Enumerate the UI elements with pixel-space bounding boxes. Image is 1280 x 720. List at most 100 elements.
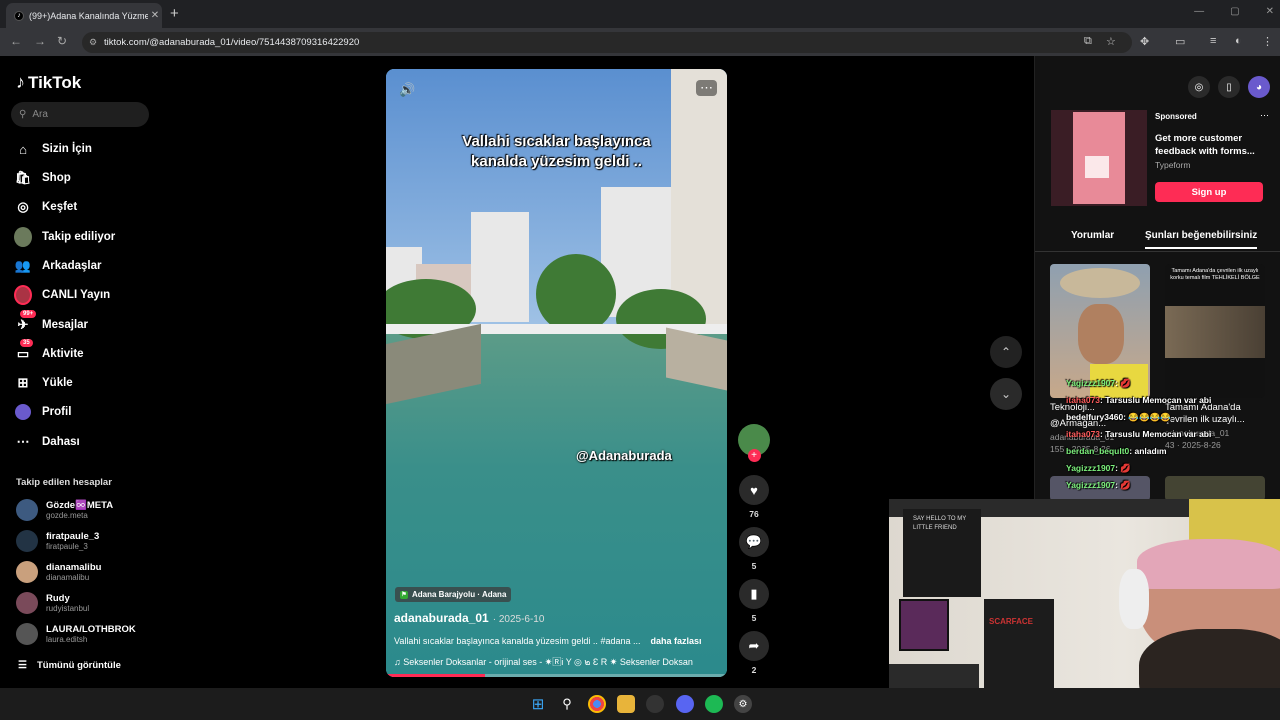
profile-avatar-icon[interactable]: ◐	[1235, 35, 1242, 47]
account-name: dianamalibu	[46, 562, 102, 573]
bookmark-icon: ▮	[739, 579, 769, 609]
location-pin-icon: ⚑	[400, 590, 408, 599]
followed-account[interactable]: Rudy rudyistanbul	[16, 592, 89, 614]
new-tab-button[interactable]: +	[170, 5, 179, 22]
site-info-icon[interactable]: ⚙	[89, 37, 97, 48]
address-bar-row: ← → ↻ ⚙ tiktok.com/@adanaburada_01/video…	[0, 28, 1280, 56]
tiktok-sidebar: ♪ TikTok ⚲ Ara ⌂ Sizin İçin 🛍 Shop ◎ Keş…	[0, 56, 200, 686]
volume-icon[interactable]: 🔊	[399, 82, 415, 98]
extensions-icon[interactable]: ✥	[1140, 35, 1149, 48]
creator-avatar-button[interactable]: +	[737, 424, 771, 462]
nav-messages[interactable]: ✈ 99+ Mesajlar	[14, 310, 89, 336]
ad-signup-button[interactable]: Sign up	[1155, 182, 1263, 202]
avatar	[16, 561, 38, 583]
sponsored-ad[interactable]: Sponsored ⋯ Get more customer feedback w…	[1051, 110, 1269, 206]
back-icon[interactable]: ←	[10, 34, 22, 48]
share-icon: ➦	[739, 631, 769, 661]
suggested-video-card[interactable]: Teknoloji... @Armağan... adanaburada_01 …	[1050, 264, 1150, 454]
settings-gear-icon[interactable]: ⚙	[734, 695, 752, 713]
windows-start-icon[interactable]: ⊞	[529, 695, 547, 713]
nav-for-you[interactable]: ⌂ Sizin İçin	[14, 138, 92, 160]
next-video-button[interactable]: ⌄	[990, 378, 1022, 410]
location-text: Adana Barajyolu · Adana	[412, 590, 507, 599]
discord-icon[interactable]	[676, 695, 694, 713]
explore-icon[interactable]: ◎	[1188, 76, 1210, 98]
ad-headline: Get more customer feedback with forms...	[1155, 133, 1255, 157]
device-icon[interactable]: ▯	[1218, 76, 1240, 98]
nav-label: Mesajlar	[42, 319, 89, 331]
search-placeholder: Ara	[32, 109, 48, 120]
video-more-icon[interactable]: ⋯	[696, 80, 717, 96]
video-watermark: @Adanaburada	[576, 448, 672, 463]
webcam-overlay: SAY HELLO TO MY LITTLE FRIEND SCARFACE	[889, 499, 1280, 720]
video-caption: Vallahi sıcaklar başlayınca	[462, 133, 651, 150]
tiktok-favicon-icon: ♪	[14, 10, 24, 21]
nav-activity[interactable]: ▭ 35 Aktivite	[14, 339, 84, 365]
nav-live[interactable]: CANLI Yayın	[14, 284, 110, 306]
taskbar: ⊞ ⚲ ⚙	[0, 688, 1280, 720]
search-input[interactable]: ⚲ Ara	[11, 102, 149, 127]
account-handle: dianamalibu	[46, 573, 90, 582]
nav-upload[interactable]: ⊞ Yükle	[14, 372, 73, 394]
nav-shop[interactable]: 🛍 Shop	[14, 167, 71, 189]
bookmark-star-icon[interactable]: ☆	[1106, 35, 1116, 48]
reading-list-icon[interactable]: ≡	[1210, 35, 1216, 47]
tab-comments[interactable]: Yorumlar	[1071, 230, 1114, 241]
nav-friends[interactable]: 👥 Arkadaşlar	[14, 255, 102, 277]
nav-explore[interactable]: ◎ Keşfet	[14, 196, 77, 218]
url-field[interactable]: ⚙ tiktok.com/@adanaburada_01/video/75144…	[82, 32, 1132, 53]
activity-badge: 35	[20, 339, 33, 347]
followed-account[interactable]: LAURA/LOTHBROK laura.editsh	[16, 623, 136, 645]
follow-plus-icon[interactable]: +	[747, 449, 761, 462]
video-tree	[536, 254, 616, 334]
video-player[interactable]: 🔊 ⋯ Vallahi sıcaklar başlayınca kanalda …	[386, 69, 727, 677]
maximize-icon[interactable]: ▢	[1230, 6, 1239, 17]
nav-more[interactable]: ⋯ Dahası	[14, 431, 80, 453]
suggested-video-card[interactable]: Tamamı Adana'da çevrilen ilk uzaylı kork…	[1165, 264, 1265, 450]
cast-icon[interactable]: ▭	[1175, 35, 1185, 48]
close-tab-icon[interactable]: ✕	[148, 10, 162, 21]
music-info[interactable]: ♫ Seksenler Doksanlar - orijinal ses - ✷…	[394, 655, 719, 669]
tiktok-logo[interactable]: ♪ TikTok	[16, 72, 81, 93]
video-author[interactable]: adanaburada_01 · 2025-6-10	[394, 611, 544, 625]
ad-image	[1051, 110, 1147, 206]
account-name: Gözde♾️META	[46, 500, 114, 511]
more-icon: ⋯	[16, 434, 30, 449]
video-description: Vallahi sıcaklar başlayınca kanalda yüze…	[394, 636, 719, 646]
minimize-icon[interactable]: —	[1194, 6, 1204, 17]
reload-icon[interactable]: ↻	[57, 34, 67, 48]
compass-icon: ◎	[17, 199, 29, 214]
previous-video-button[interactable]: ⌃	[990, 336, 1022, 368]
search-icon[interactable]: ⚲	[558, 695, 576, 713]
see-all-following[interactable]: ☰ Tümünü görüntüle	[18, 654, 121, 676]
followed-account[interactable]: firatpaule_3 firatpaule_3	[16, 530, 99, 552]
logo-text: TikTok	[28, 72, 82, 92]
video-progress-bar[interactable]	[386, 674, 727, 677]
nav-following[interactable]: Takip ediliyor	[14, 226, 115, 248]
like-button[interactable]: ♥ 76	[737, 475, 771, 519]
followed-account[interactable]: dianamalibu dianamalibu	[16, 561, 101, 583]
comment-button[interactable]: 💬 5	[737, 527, 771, 571]
more-link[interactable]: daha fazlası	[650, 636, 701, 646]
followed-account[interactable]: Gözde♾️META gozde.meta	[16, 499, 113, 521]
spotify-icon[interactable]	[705, 695, 723, 713]
user-avatar-icon[interactable]: ◕	[1248, 76, 1270, 98]
nav-profile[interactable]: Profil	[14, 401, 71, 423]
chrome-icon[interactable]	[588, 695, 606, 713]
obs-icon[interactable]	[646, 695, 664, 713]
url-text: tiktok.com/@adanaburada_01/video/7514438…	[104, 37, 360, 48]
ad-more-icon[interactable]: ⋯	[1260, 110, 1269, 121]
browser-menu-icon[interactable]: ⋮	[1262, 35, 1273, 48]
install-app-icon[interactable]: ⧉	[1084, 35, 1092, 48]
location-tag[interactable]: ⚑ Adana Barajyolu · Adana	[395, 587, 512, 602]
chat-message: Yagizzz1907: 💋	[1066, 480, 1131, 490]
save-button[interactable]: ▮ 5	[737, 579, 771, 623]
share-button[interactable]: ➦ 2	[737, 631, 771, 675]
suggested-video-thumbnail[interactable]	[1165, 476, 1265, 501]
account-handle: firatpaule_3	[46, 542, 88, 551]
forward-icon[interactable]: →	[34, 34, 46, 48]
file-explorer-icon[interactable]	[617, 695, 635, 713]
browser-tab[interactable]: ♪ (99+)Adana Kanalında Yüzme İ ✕	[6, 3, 162, 28]
tab-suggested[interactable]: Şunları beğenebilirsiniz	[1145, 230, 1258, 249]
close-window-icon[interactable]: ✕	[1266, 6, 1274, 17]
